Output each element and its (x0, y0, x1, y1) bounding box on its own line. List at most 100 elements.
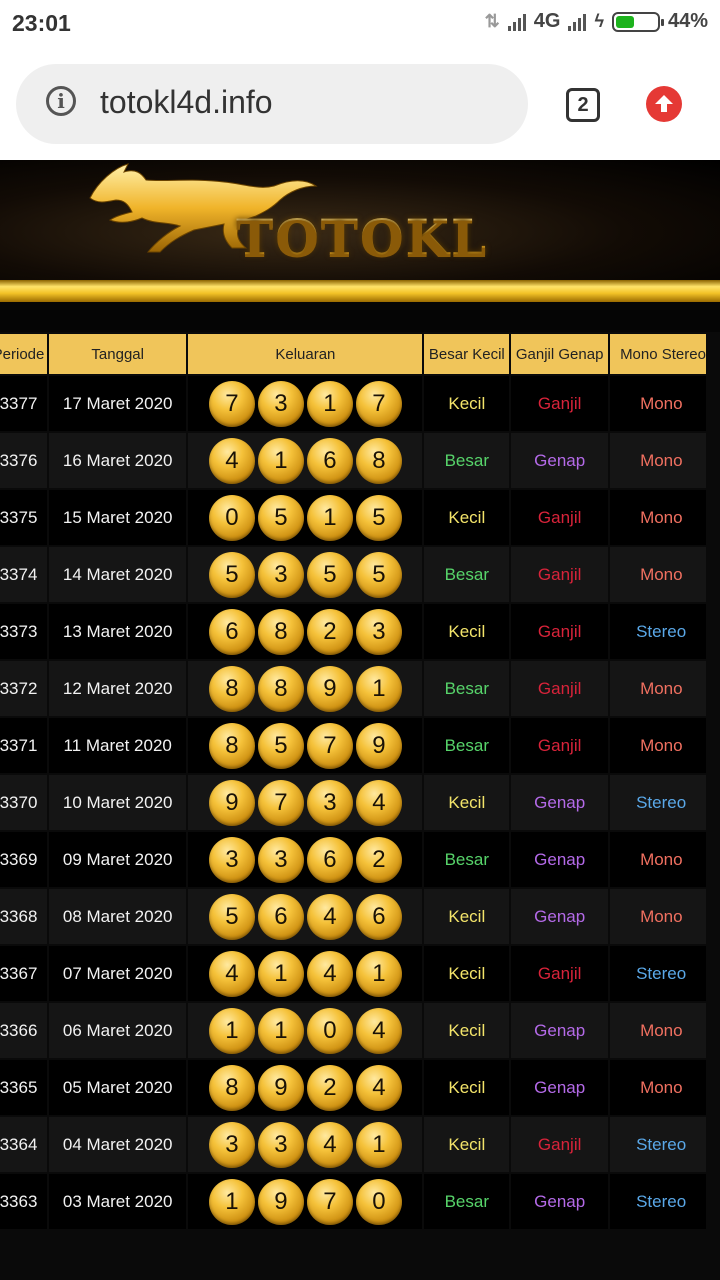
result-ball: 1 (306, 494, 353, 541)
cell-ganjil-genap: Ganjil (511, 1117, 609, 1172)
cell-ganjil-genap: Genap (511, 832, 609, 887)
address-bar[interactable]: i totokl4d.info (16, 64, 528, 144)
cell-mono-stereo: Mono (610, 661, 706, 716)
cell-besar-kecil: Besar (424, 547, 510, 602)
cell-mono-stereo: Stereo (610, 1117, 706, 1172)
update-icon[interactable] (646, 86, 682, 122)
cell-tanggal: 12 Maret 2020 (49, 661, 187, 716)
cell-mono-stereo: Mono (610, 547, 706, 602)
result-ball: 1 (306, 380, 353, 427)
cell-keluaran: 3362 (188, 832, 423, 887)
cell-ganjil-genap: Genap (511, 433, 609, 488)
cell-mono-stereo: Mono (610, 889, 706, 944)
table-row: 3370 10 Maret 2020 9 7 3 4 Kecil Genap Stereo (0, 775, 706, 830)
result-ball: 7 (208, 380, 255, 427)
result-ball: 4 (306, 950, 353, 997)
info-icon[interactable]: i (46, 86, 76, 116)
result-balls: 0515 (208, 494, 402, 541)
cell-besar-kecil: Kecil (424, 376, 510, 431)
table-header-row: Periode Tanggal Keluaran Besar Kecil Gan… (0, 334, 706, 374)
result-ball: 6 (208, 608, 255, 655)
cell-keluaran: 1970 (188, 1174, 423, 1229)
battery-icon (611, 11, 664, 32)
column-header-besar-kecil: Besar Kecil (424, 334, 510, 374)
cell-keluaran: 8579 (188, 718, 423, 773)
result-ball: 9 (257, 1064, 304, 1111)
logo-text[interactable]: TOTOKL (236, 208, 488, 267)
result-ball: 1 (257, 437, 304, 484)
result-ball: 8 (208, 665, 255, 712)
result-ball: 1 (257, 1007, 304, 1054)
table-row: 3371 11 Maret 2020 8 5 7 9 Besar Ganjil Mono (0, 718, 706, 773)
column-header-periode: Periode (0, 334, 47, 374)
cell-ganjil-genap: Genap (511, 775, 609, 830)
result-ball: 3 (257, 1121, 304, 1168)
cell-mono-stereo: Stereo (610, 775, 706, 830)
result-ball: 3 (208, 836, 255, 883)
cell-besar-kecil: Kecil (424, 889, 510, 944)
cell-periode: 3377 (0, 376, 47, 431)
cell-periode: 3370 (0, 775, 47, 830)
cell-mono-stereo: Mono (610, 376, 706, 431)
result-ball: 8 (257, 608, 304, 655)
cell-besar-kecil: Besar (424, 832, 510, 887)
result-balls: 1104 (208, 1007, 402, 1054)
cell-ganjil-genap: Genap (511, 1003, 609, 1058)
cell-keluaran: 3341 (188, 1117, 423, 1172)
table-row: 3369 09 Maret 2020 3 3 6 2 Besar Genap Mono (0, 832, 706, 887)
table-row: 3377 17 Maret 2020 7 3 1 7 Kecil Ganjil Mono (0, 376, 706, 431)
cell-ganjil-genap: Ganjil (511, 604, 609, 659)
tab-switcher-button[interactable]: 2 (566, 88, 600, 122)
cell-tanggal: 09 Maret 2020 (49, 832, 187, 887)
result-ball: 3 (306, 779, 353, 826)
data-transfer-icon: ⇅ (484, 11, 500, 31)
result-ball: 9 (257, 1178, 304, 1225)
cell-periode: 3366 (0, 1003, 47, 1058)
table-row: 3373 13 Maret 2020 6 8 2 3 Kecil Ganjil Stereo (0, 604, 706, 659)
table-row: 3365 05 Maret 2020 8 9 2 4 Kecil Genap Mono (0, 1060, 706, 1115)
result-balls: 8924 (208, 1064, 402, 1111)
cell-periode: 3372 (0, 661, 47, 716)
signal-icon (507, 13, 526, 31)
url-text[interactable]: totokl4d.info (100, 84, 273, 121)
cell-tanggal: 06 Maret 2020 (49, 1003, 187, 1058)
cell-tanggal: 17 Maret 2020 (49, 376, 187, 431)
cell-ganjil-genap: Genap (511, 889, 609, 944)
result-balls: 6823 (208, 608, 402, 655)
result-ball: 4 (208, 950, 255, 997)
cell-mono-stereo: Mono (610, 433, 706, 488)
result-ball: 3 (208, 1121, 255, 1168)
table-row: 3368 08 Maret 2020 5 6 4 6 Kecil Genap Mono (0, 889, 706, 944)
results-table-container[interactable]: Periode Tanggal Keluaran Besar Kecil Gan… (0, 332, 720, 1280)
cell-ganjil-genap: Ganjil (511, 376, 609, 431)
result-ball: 0 (355, 1178, 402, 1225)
result-ball: 4 (355, 1064, 402, 1111)
table-row: 3376 16 Maret 2020 4 1 6 8 Besar Genap Mono (0, 433, 706, 488)
cell-periode: 3376 (0, 433, 47, 488)
result-balls: 9734 (208, 779, 402, 826)
cell-besar-kecil: Kecil (424, 604, 510, 659)
cell-besar-kecil: Besar (424, 433, 510, 488)
cell-keluaran: 6823 (188, 604, 423, 659)
result-ball: 7 (257, 779, 304, 826)
result-ball: 4 (355, 1007, 402, 1054)
charging-icon: ϟ (594, 11, 604, 31)
cell-besar-kecil: Besar (424, 661, 510, 716)
cell-ganjil-genap: Ganjil (511, 547, 609, 602)
result-ball: 1 (355, 950, 402, 997)
table-row: 3372 12 Maret 2020 8 8 9 1 Besar Ganjil Mono (0, 661, 706, 716)
result-ball: 3 (257, 380, 304, 427)
cell-keluaran: 9734 (188, 775, 423, 830)
result-ball: 3 (257, 836, 304, 883)
table-row: 3366 06 Maret 2020 1 1 0 4 Kecil Genap Mono (0, 1003, 706, 1058)
column-header-tanggal: Tanggal (49, 334, 187, 374)
cell-tanggal: 10 Maret 2020 (49, 775, 187, 830)
result-ball: 5 (257, 722, 304, 769)
result-ball: 8 (208, 1064, 255, 1111)
cell-keluaran: 8891 (188, 661, 423, 716)
cell-mono-stereo: Stereo (610, 1174, 706, 1229)
column-header-mono-stereo: Mono Stereo (610, 334, 706, 374)
cell-besar-kecil: Kecil (424, 1060, 510, 1115)
result-ball: 2 (306, 1064, 353, 1111)
result-ball: 2 (306, 608, 353, 655)
